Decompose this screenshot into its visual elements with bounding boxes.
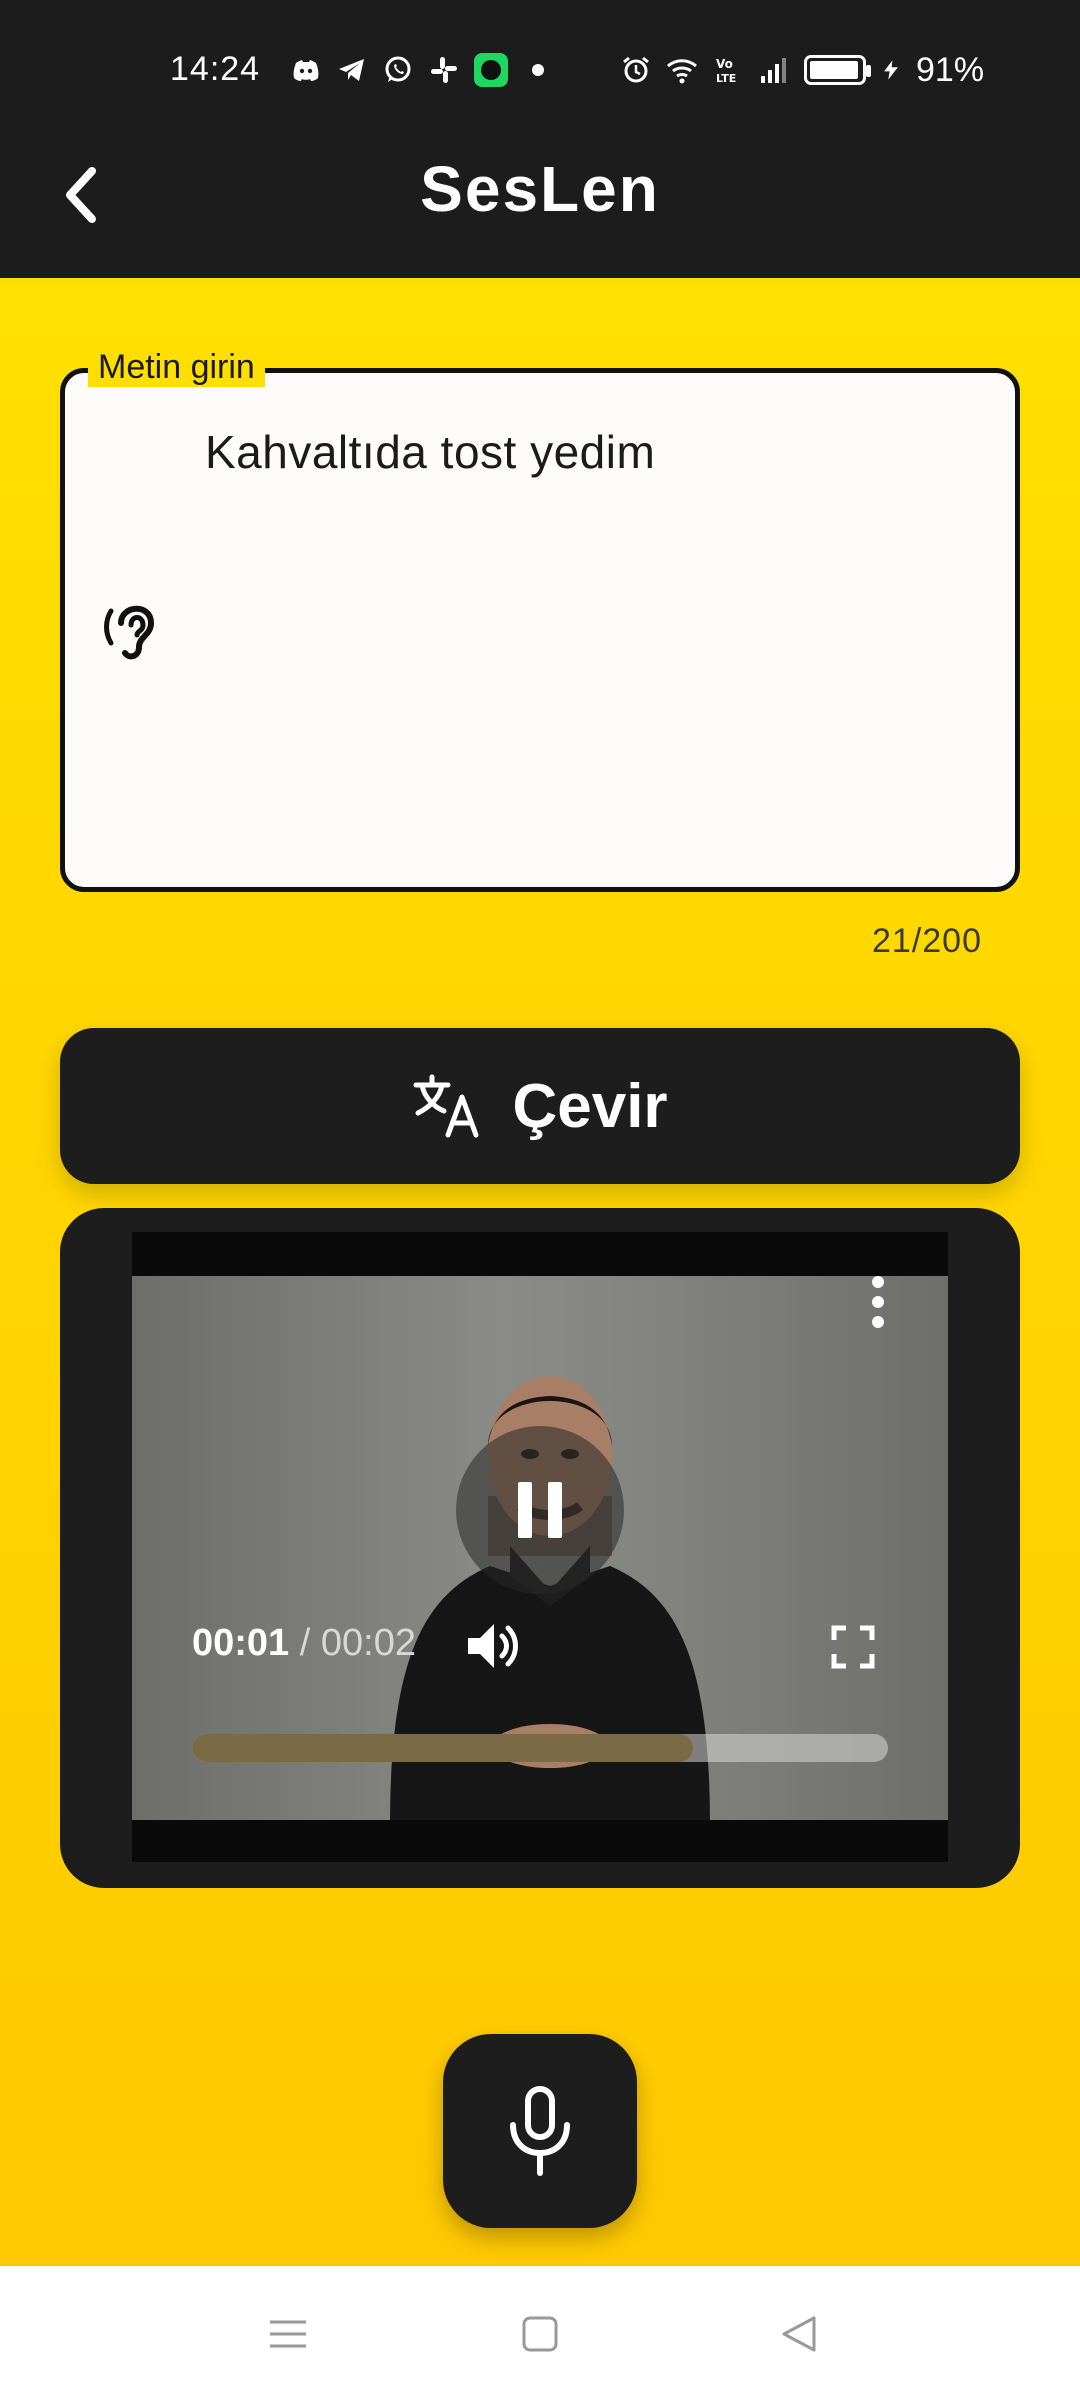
text-input-field[interactable]: Kahvaltıda tost yedim — [60, 368, 1020, 892]
battery-icon — [804, 55, 871, 85]
battery-percent: 91% — [916, 50, 985, 89]
pause-button[interactable] — [456, 1426, 624, 1594]
alarm-icon — [623, 56, 649, 83]
volte-icon: VoLTE — [716, 57, 736, 85]
more-notifications-dot — [532, 64, 544, 76]
video-card: 00:01 / 00:02 — [60, 1208, 1020, 1888]
video-player[interactable]: 00:01 / 00:02 — [132, 1232, 948, 1862]
translate-button[interactable]: Çevir — [60, 1028, 1020, 1184]
home-icon[interactable] — [516, 2310, 564, 2358]
video-progress-fill — [192, 1734, 694, 1762]
pause-icon — [510, 1482, 570, 1538]
hearing-icon[interactable] — [101, 593, 165, 665]
more-vert-icon[interactable] — [868, 1272, 888, 1332]
total-time: 00:02 — [320, 1622, 416, 1664]
main-content: Kahvaltıda tost yedim Metin girin 21/200… — [0, 278, 1080, 2266]
page-title: SesLen — [420, 153, 660, 225]
playback-time: 00:01 / 00:02 — [192, 1622, 416, 1665]
discord-icon — [293, 60, 319, 81]
microphone-button[interactable] — [443, 2034, 637, 2228]
input-label: Metin girin — [88, 348, 265, 387]
status-bar: 14:24 Vo LTE 91% — [0, 0, 1080, 140]
translate-icon — [413, 1074, 479, 1138]
system-nav-bar — [0, 2266, 1080, 2400]
time-separator: / — [289, 1622, 321, 1664]
signal-icon — [761, 58, 786, 83]
input-value[interactable]: Kahvaltıda tost yedim — [205, 425, 655, 479]
svg-text:LTE: LTE — [716, 72, 736, 85]
notification-icons — [290, 48, 554, 92]
current-time: 00:01 — [192, 1622, 290, 1664]
app-header: 14:24 Vo LTE 91% SesLen — [0, 0, 1080, 278]
slack-icon — [431, 57, 457, 83]
charging-icon — [884, 60, 898, 80]
spotify-icon — [474, 53, 508, 87]
whatsapp-icon — [385, 56, 411, 82]
wifi-icon — [667, 59, 697, 84]
volume-icon[interactable] — [462, 1616, 522, 1676]
svg-text:Vo: Vo — [716, 57, 733, 71]
translate-button-label: Çevir — [512, 1071, 668, 1141]
system-icons: Vo LTE 91% — [620, 48, 984, 92]
menu-icon[interactable] — [264, 2310, 312, 2358]
video-progress-bar[interactable] — [192, 1734, 888, 1762]
status-time: 14:24 — [170, 50, 261, 88]
back-icon[interactable] — [776, 2310, 824, 2358]
telegram-icon — [339, 59, 364, 81]
character-counter: 21/200 — [872, 922, 982, 960]
fullscreen-icon[interactable] — [830, 1624, 876, 1670]
mic-icon — [510, 2086, 570, 2176]
